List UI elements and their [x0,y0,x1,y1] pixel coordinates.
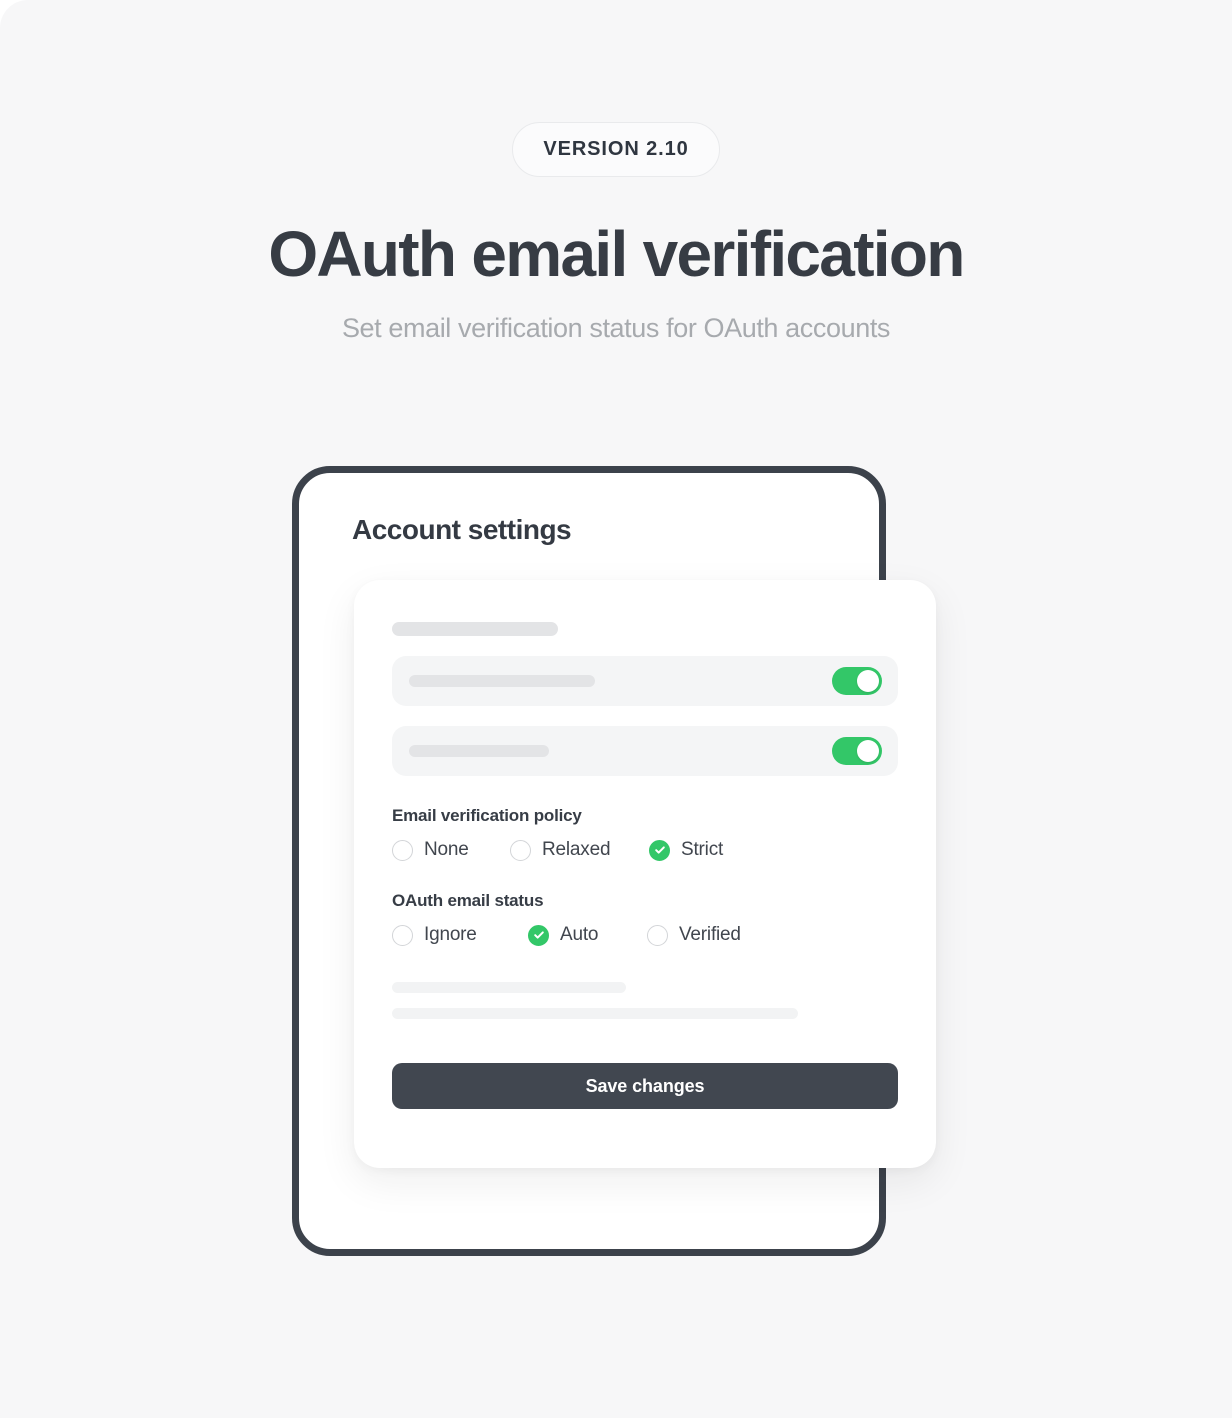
settings-panel: Email verification policy None Relaxed S… [354,580,936,1168]
skeleton-footer-lines [392,982,898,1019]
setting-toggle-1[interactable] [832,667,882,695]
hero-section: VERSION 2.10 OAuth email verification Se… [0,0,1232,345]
radio-option-relaxed[interactable]: Relaxed [510,839,649,861]
setting-row-1[interactable] [392,656,898,706]
toggle-knob-icon [857,670,879,692]
radio-option-verified[interactable]: Verified [647,924,741,946]
radio-check-icon[interactable] [528,924,549,946]
skeleton-line-1 [392,982,626,993]
radio-label-relaxed: Relaxed [542,839,611,860]
radio-label-auto: Auto [560,924,599,945]
setting-toggle-2[interactable] [832,737,882,765]
field-label-oauth-email-status: OAuth email status [392,891,544,910]
radio-check-icon[interactable] [649,839,670,861]
radio-circle-icon[interactable] [647,924,668,946]
radio-option-none[interactable]: None [392,839,510,861]
field-oauth-email-status: OAuth email status Ignore Auto Verified [392,891,898,946]
radio-circle-icon[interactable] [392,924,413,946]
radio-label-verified: Verified [679,924,741,945]
field-email-verification-policy: Email verification policy None Relaxed S… [392,806,898,861]
settings-panel-content: Email verification policy None Relaxed S… [392,622,898,1109]
radio-option-ignore[interactable]: Ignore [392,924,528,946]
radio-label-strict: Strict [681,839,724,860]
radio-group-oauth-email-status: Ignore Auto Verified [392,924,898,946]
version-badge: VERSION 2.10 [512,122,720,177]
toggle-knob-icon [857,740,879,762]
skeleton-heading-bar [392,622,558,636]
radio-circle-icon[interactable] [392,839,413,861]
page-root: VERSION 2.10 OAuth email verification Se… [0,0,1232,1418]
radio-option-strict[interactable]: Strict [649,839,723,861]
field-label-email-verification-policy: Email verification policy [392,806,582,825]
save-changes-button[interactable]: Save changes [392,1063,898,1109]
skeleton-line-2 [392,1008,798,1019]
page-title: OAuth email verification [268,218,965,290]
radio-label-none: None [424,839,469,860]
setting-row-2-label-placeholder [409,745,549,757]
setting-row-2[interactable] [392,726,898,776]
setting-row-1-label-placeholder [409,675,595,687]
radio-option-auto[interactable]: Auto [528,924,647,946]
panel-title: Account settings [352,514,572,545]
radio-circle-icon[interactable] [510,839,531,861]
radio-group-email-verification-policy: None Relaxed Strict [392,839,898,861]
radio-label-ignore: Ignore [424,924,477,945]
page-subtitle: Set email verification status for OAuth … [341,313,891,344]
